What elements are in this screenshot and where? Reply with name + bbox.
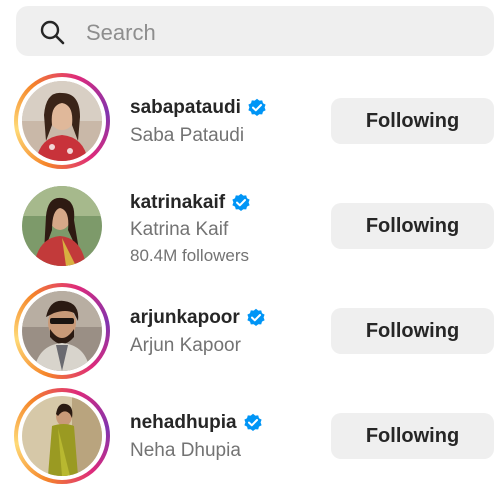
username[interactable]: nehadhupia [130, 412, 263, 434]
full-name: Neha Dhupia [130, 440, 241, 461]
following-button[interactable]: Following [331, 413, 494, 459]
profile-photo [22, 396, 102, 476]
list-item[interactable]: nehadhupia Neha Dhupia Following [0, 386, 500, 486]
full-name: Arjun Kapoor [130, 335, 241, 356]
profile-photo [22, 291, 102, 371]
list-item[interactable]: arjunkapoor Arjun Kapoor Following [0, 281, 500, 381]
follower-count: 80.4M followers [130, 246, 250, 265]
verified-badge-icon [232, 193, 250, 211]
avatar[interactable] [14, 73, 110, 169]
following-button[interactable]: Following [331, 98, 494, 144]
avatar[interactable] [14, 283, 110, 379]
username[interactable]: sabapataudi [130, 97, 267, 119]
username-text[interactable]: katrinakaif [130, 192, 225, 214]
username-text[interactable]: arjunkapoor [130, 307, 240, 329]
full-name: Saba Pataudi [130, 125, 245, 146]
search-icon [40, 20, 65, 45]
verified-badge-icon [248, 98, 266, 116]
username[interactable]: katrinakaif [130, 192, 251, 214]
full-name: Katrina Kaif [130, 219, 229, 240]
avatar[interactable] [14, 388, 110, 484]
list-item[interactable]: katrinakaif Katrina Kaif 80.4M followers… [0, 176, 500, 276]
verified-badge-icon [247, 308, 265, 326]
verified-badge-icon [244, 413, 262, 431]
search-input[interactable]: Search [86, 20, 156, 46]
profile-photo [22, 186, 102, 266]
avatar[interactable] [14, 178, 110, 274]
following-button[interactable]: Following [331, 308, 494, 354]
search-bar[interactable]: Search [16, 6, 494, 56]
following-button[interactable]: Following [331, 203, 494, 249]
username-text[interactable]: nehadhupia [130, 412, 237, 434]
profile-photo [22, 81, 102, 161]
username[interactable]: arjunkapoor [130, 307, 266, 329]
username-text[interactable]: sabapataudi [130, 97, 241, 119]
list-item[interactable]: sabapataudi Saba Pataudi Following [0, 71, 500, 171]
